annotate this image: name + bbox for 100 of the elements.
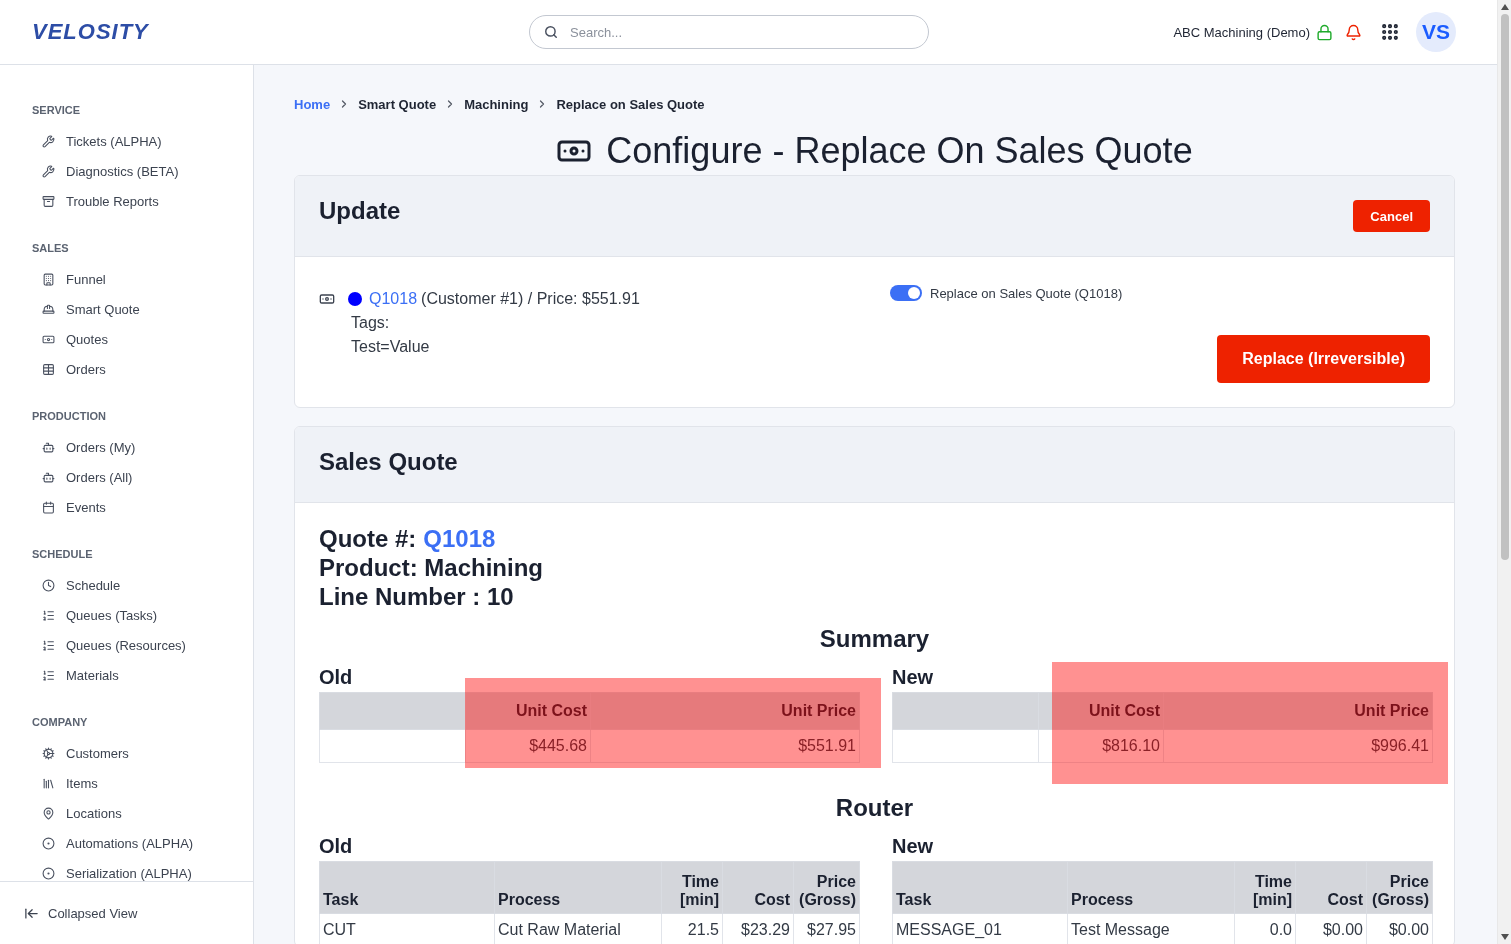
sidebar-link[interactable]: Customers <box>32 738 129 768</box>
tags-label: Tags: <box>350 313 390 333</box>
table-cell: CUT <box>319 913 495 944</box>
quote-details: (Customer #1) / Price: $551.91 <box>421 290 640 308</box>
quote-link[interactable]: Q1018 <box>369 290 418 308</box>
collapse-button[interactable]: Collapsed View <box>24 905 138 921</box>
apps-grid-icon[interactable] <box>1380 22 1400 42</box>
line-number-text: Line Number : 10 <box>319 582 514 611</box>
circle-dot-icon <box>42 866 55 880</box>
section-heading: SALES <box>32 242 69 254</box>
bell-icon[interactable] <box>1345 23 1362 41</box>
breadcrumb-link[interactable]: Replace on Sales Quote <box>556 96 705 112</box>
hard-hat-icon <box>42 302 55 316</box>
section-heading: SERVICE <box>32 104 81 116</box>
lock-icon[interactable] <box>1316 23 1333 41</box>
scroll-up-icon[interactable] <box>1500 4 1509 10</box>
toggle-label: Replace on Sales Quote (Q1018) <box>930 285 1123 301</box>
table-cell: $27.95 <box>793 913 860 944</box>
table-cell: 21.5 <box>661 913 723 944</box>
table-cell: $445.68 <box>465 729 591 763</box>
sidebar-link[interactable]: Schedule <box>32 570 121 600</box>
section-title: Router <box>835 794 914 821</box>
sidebar-link[interactable]: Automations (ALPHA) <box>32 828 194 858</box>
building-icon <box>42 272 55 286</box>
logo[interactable]: VELOSITY <box>32 19 149 45</box>
quote-number-label: Quote #: <box>319 524 417 553</box>
sidebar-link[interactable]: Tickets (ALPHA) <box>32 126 162 156</box>
scrollbar-thumb[interactable] <box>1500 14 1509 560</box>
table-label: Old <box>319 835 353 857</box>
robot-icon <box>42 470 55 484</box>
table-cell: $996.41 <box>1163 729 1433 763</box>
search-field[interactable]: Search... <box>529 15 929 49</box>
numbered-list-icon <box>42 638 55 652</box>
sidebar-link[interactable]: Materials <box>32 660 119 690</box>
sidebar-link[interactable]: Funnel <box>32 264 106 294</box>
sidebar-link[interactable]: Trouble Reports <box>32 186 159 216</box>
column-header: Cost <box>1295 861 1367 914</box>
breadcrumb-link[interactable]: Machining <box>464 96 529 112</box>
status-dot-icon <box>348 292 362 306</box>
sidebar-link[interactable]: Orders (My) <box>32 432 136 462</box>
page-title: Configure - Replace On Sales Quote <box>606 130 1193 172</box>
column-header: Unit Cost <box>465 692 591 730</box>
section-heading: COMPANY <box>32 716 88 728</box>
sidebar-link[interactable]: Queues (Resources) <box>32 630 186 660</box>
section-heading: PRODUCTION <box>32 410 106 422</box>
search-icon <box>544 25 558 39</box>
sidebar-link[interactable]: Queues (Tasks) <box>32 600 158 630</box>
table-label: Old <box>319 666 353 688</box>
column-header: Unit Cost <box>1038 692 1164 730</box>
column-header: Price (Gross) <box>793 861 860 914</box>
column-header: Unit Price <box>1163 692 1433 730</box>
sidebar-link[interactable]: Locations <box>32 798 122 828</box>
quote-link[interactable]: Q1018 <box>423 524 496 553</box>
table-icon <box>42 362 55 376</box>
table-cell: MESSAGE_01 <box>892 913 1068 944</box>
sidebar-link[interactable]: Orders <box>32 354 106 384</box>
column-header: Time [min] <box>1234 861 1296 914</box>
section-heading: SCHEDULE <box>32 548 93 560</box>
breadcrumb-link[interactable]: Home <box>294 96 331 112</box>
table-label: New <box>892 835 934 857</box>
toggle-switch[interactable] <box>890 285 922 301</box>
sidebar-link[interactable]: Smart Quote <box>32 294 140 324</box>
sidebar-link[interactable]: Orders (All) <box>32 462 133 492</box>
account-name[interactable]: ABC Machining (Demo) <box>1173 24 1310 40</box>
table-cell: $0.00 <box>1295 913 1367 944</box>
breadcrumb-link[interactable]: Smart Quote <box>358 96 437 112</box>
banknote-icon <box>319 291 335 307</box>
column-header: Task <box>892 861 1068 914</box>
calendar-icon <box>42 500 55 514</box>
sidebar-link[interactable]: Diagnostics (BETA) <box>32 156 179 186</box>
cog-icon <box>42 746 55 760</box>
card-title: Sales Quote <box>319 447 458 477</box>
product-text: Product: Machining <box>319 553 543 582</box>
sidebar-link[interactable]: Events <box>32 492 106 522</box>
scroll-down-icon[interactable] <box>1500 934 1509 940</box>
sidebar-link[interactable]: Quotes <box>32 324 108 354</box>
sidebar-link[interactable]: Items <box>32 768 98 798</box>
avatar[interactable]: VS <box>1416 12 1456 52</box>
table-cell: Cut Raw Material <box>494 913 662 944</box>
table-cell: $551.91 <box>590 729 860 763</box>
table-cell: 0.0 <box>1234 913 1296 944</box>
replace-button[interactable]: Replace (Irreversible) <box>1217 335 1430 383</box>
cancel-button[interactable]: Cancel <box>1353 200 1430 232</box>
numbered-list-icon <box>42 668 55 682</box>
section-title: Summary <box>819 625 930 652</box>
table-cell: Test Message <box>1067 913 1235 944</box>
circle-dot-icon <box>42 836 55 850</box>
map-pin-icon <box>42 806 55 820</box>
sidebar-link[interactable]: Serialization (ALPHA) <box>32 858 192 881</box>
numbered-list-icon <box>42 608 55 622</box>
table-cell: $0.00 <box>1366 913 1433 944</box>
wrench-icon <box>42 164 55 178</box>
column-header: Unit Price <box>590 692 860 730</box>
table-label: New <box>892 666 934 688</box>
column-header: Price (Gross) <box>1366 861 1433 914</box>
column-header: Process <box>1067 861 1235 914</box>
table-cell: $23.29 <box>722 913 794 944</box>
archive-icon <box>42 194 55 208</box>
robot-icon <box>42 440 55 454</box>
clock-icon <box>42 578 55 592</box>
